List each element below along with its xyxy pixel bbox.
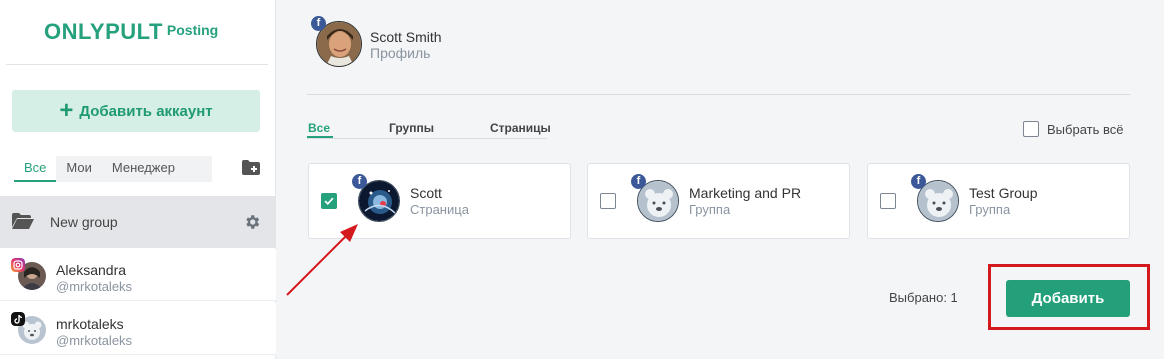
select-all-checkbox[interactable]: Выбрать всё	[1023, 121, 1123, 137]
facebook-icon: f	[631, 174, 646, 189]
account-item[interactable]: Aleksandra @mrkotaleks	[0, 249, 276, 301]
divider	[307, 94, 1130, 95]
facebook-icon: f	[311, 16, 326, 31]
folder-plus-icon[interactable]	[242, 160, 260, 175]
plus-icon: +	[59, 97, 74, 124]
selected-count: Выбрано: 1	[889, 290, 958, 305]
group-name: New group	[50, 214, 118, 230]
select-all-label: Выбрать всё	[1047, 121, 1124, 137]
filter-tab-mine[interactable]: Мои	[56, 156, 101, 182]
account-handle: @mrkotaleks	[56, 279, 133, 294]
sidebar: ONLYPULT Posting + Добавить аккаунт Все …	[0, 0, 276, 359]
checkbox-checked[interactable]	[321, 193, 337, 209]
account-item[interactable]: mrkotaleks @mrkotaleks	[0, 303, 276, 355]
logo-product: Posting	[166, 22, 219, 38]
active-tab-indicator	[307, 136, 333, 138]
facebook-icon: f	[352, 174, 367, 189]
page-type: Группа	[969, 202, 1011, 217]
add-account-button[interactable]: + Добавить аккаунт	[12, 90, 260, 132]
annotation-arrow	[286, 224, 358, 296]
tab-all[interactable]: Все	[308, 121, 330, 135]
logo: ONLYPULT Posting	[44, 19, 218, 45]
profile-type: Профиль	[370, 45, 431, 61]
page-type: Страница	[410, 202, 469, 217]
sidebar-divider	[6, 64, 268, 65]
profile-name: Scott Smith	[370, 29, 442, 45]
tab-groups[interactable]: Группы	[389, 121, 434, 135]
page-name: Scott	[410, 185, 442, 201]
account-name: mrkotaleks	[56, 316, 124, 332]
page-name: Marketing and PR	[689, 185, 802, 201]
page-type-tabs: Все Группы Страницы	[307, 117, 551, 139]
account-handle: @mrkotaleks	[56, 333, 133, 348]
add-account-label: Добавить аккаунт	[79, 102, 213, 120]
gear-icon[interactable]	[243, 213, 261, 231]
page-card[interactable]: f Test Group Группа	[867, 163, 1130, 239]
page-type: Группа	[689, 202, 731, 217]
facebook-icon: f	[911, 174, 926, 189]
folder-open-icon	[12, 213, 34, 229]
page-name: Test Group	[969, 185, 1038, 201]
logo-name: ONLYPULT	[44, 19, 163, 44]
tab-pages[interactable]: Страницы	[490, 121, 551, 135]
account-filter-tabs: Все Мои Менеджер	[14, 156, 212, 182]
add-button[interactable]: Добавить	[1006, 280, 1130, 317]
filter-tab-manager[interactable]: Менеджер	[102, 156, 185, 182]
account-name: Aleksandra	[56, 262, 127, 278]
page-card[interactable]: f Marketing and PR Группа	[587, 163, 850, 239]
instagram-icon	[11, 258, 25, 272]
checkbox[interactable]	[880, 193, 896, 209]
group-row[interactable]: New group	[0, 196, 276, 248]
tiktok-icon	[11, 312, 25, 326]
checkbox[interactable]	[1023, 121, 1039, 137]
checkbox[interactable]	[600, 193, 616, 209]
filter-tab-all[interactable]: Все	[14, 156, 57, 182]
